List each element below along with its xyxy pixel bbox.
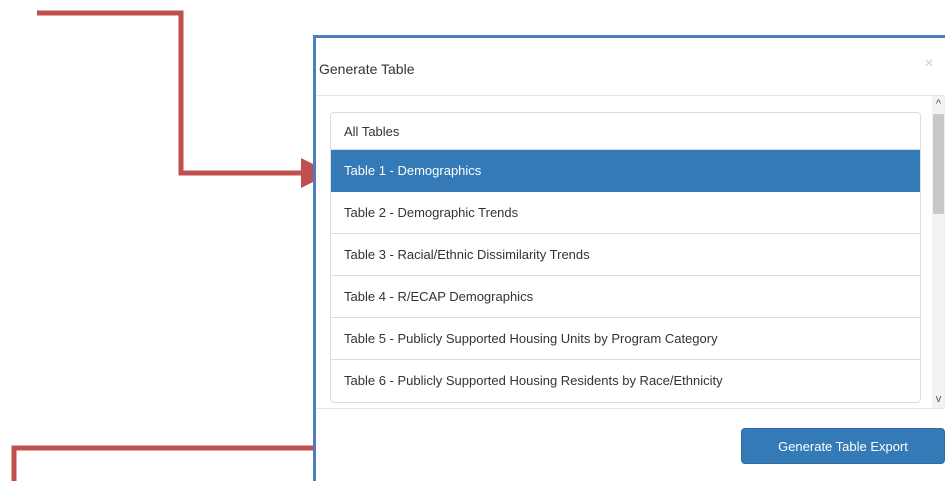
list-item-table-1[interactable]: Table 1 - Demographics (331, 150, 920, 192)
list-item-all-tables[interactable]: All Tables (331, 113, 920, 150)
close-icon[interactable]: × (921, 54, 937, 74)
table-list: All Tables Table 1 - Demographics Table … (330, 112, 921, 403)
list-item-table-4[interactable]: Table 4 - R/ECAP Demographics (331, 276, 920, 318)
scroll-thumb[interactable] (933, 114, 944, 214)
generate-table-dialog: Generate Table × All Tables Table 1 - De… (313, 35, 945, 481)
scroll-down-icon[interactable]: v (932, 392, 945, 406)
scroll-up-icon[interactable]: ^ (932, 97, 945, 111)
dialog-footer: Generate Table Export (316, 408, 945, 481)
dialog-header: Generate Table × (316, 38, 945, 96)
list-item-table-3[interactable]: Table 3 - Racial/Ethnic Dissimilarity Tr… (331, 234, 920, 276)
arrow-to-table-1 (37, 10, 331, 188)
list-item-table-5[interactable]: Table 5 - Publicly Supported Housing Uni… (331, 318, 920, 360)
dialog-body: All Tables Table 1 - Demographics Table … (316, 96, 945, 408)
dialog-title: Generate Table (319, 61, 415, 77)
list-scrollbar[interactable]: ^ v (932, 96, 945, 408)
list-item-table-2[interactable]: Table 2 - Demographic Trends (331, 192, 920, 234)
list-item-table-6[interactable]: Table 6 - Publicly Supported Housing Res… (331, 360, 920, 402)
generate-table-export-button[interactable]: Generate Table Export (741, 428, 945, 464)
